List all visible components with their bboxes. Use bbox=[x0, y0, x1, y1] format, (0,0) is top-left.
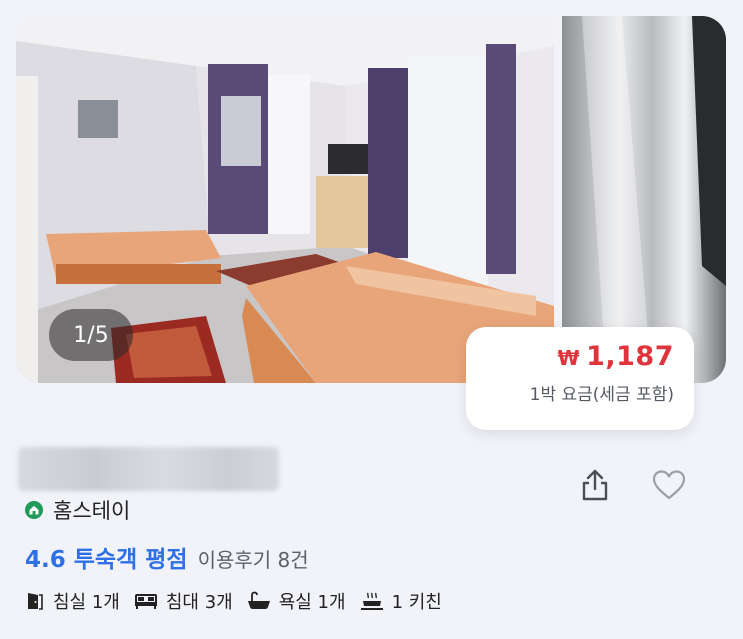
rating-row[interactable]: 4.6 투숙객 평점 이용후기 8건 bbox=[25, 540, 309, 573]
amenity-kitchen: 1 키친 bbox=[360, 588, 442, 614]
amenity-bedrooms: 침실 1개 bbox=[25, 588, 120, 614]
price: ₩1,187 bbox=[466, 341, 674, 372]
amenity-label: 욕실 1개 bbox=[278, 592, 346, 613]
bed-icon bbox=[134, 591, 158, 611]
price-note: 1박 요금(세금 포함) bbox=[529, 385, 674, 405]
share-icon bbox=[582, 469, 608, 501]
amenity-label: 침실 1개 bbox=[53, 592, 120, 613]
share-button[interactable] bbox=[575, 463, 615, 507]
favorite-button[interactable] bbox=[649, 463, 689, 507]
amenity-bathrooms: 욕실 1개 bbox=[247, 588, 346, 614]
property-type: 홈스테이 bbox=[24, 496, 130, 524]
property-name-redacted bbox=[18, 447, 279, 491]
amenity-label: 침대 3개 bbox=[165, 592, 233, 613]
property-type-label: 홈스테이 bbox=[53, 499, 131, 523]
amenity-label: 1 키친 bbox=[391, 592, 442, 613]
heart-icon bbox=[652, 470, 686, 500]
price-card: ₩1,187 1박 요금(세금 포함) bbox=[466, 327, 694, 430]
bathtub-icon bbox=[247, 591, 271, 611]
home-icon bbox=[24, 500, 44, 520]
currency-symbol: ₩ bbox=[557, 346, 581, 370]
photo-counter: 1/5 bbox=[49, 309, 133, 361]
review-count[interactable]: 이용후기 8건 bbox=[198, 544, 309, 573]
kitchen-icon bbox=[360, 591, 384, 611]
amenity-beds: 침대 3개 bbox=[134, 588, 233, 614]
guest-rating: 4.6 투숙객 평점 bbox=[25, 547, 188, 573]
amenity-list: 침실 1개 침대 3개 욕실 1개 1 키친 bbox=[25, 587, 456, 615]
price-amount: 1,187 bbox=[586, 341, 674, 372]
door-icon bbox=[25, 591, 45, 611]
